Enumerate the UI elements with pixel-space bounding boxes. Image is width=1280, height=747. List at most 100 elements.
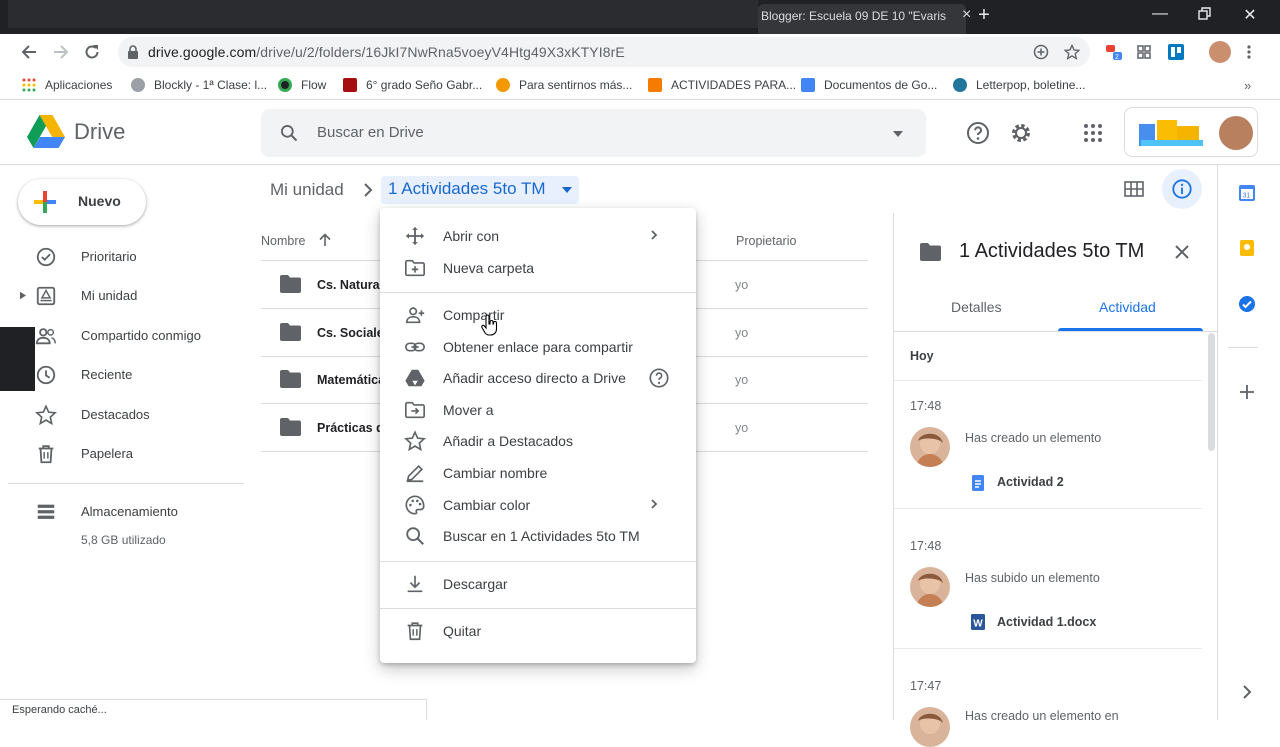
browser-menu-icon[interactable] xyxy=(1246,42,1266,62)
bookmark-6grado[interactable]: 6° grado Seño Gabr... xyxy=(343,76,482,94)
activity-time: 17:47 xyxy=(910,679,942,693)
activity-file-link[interactable]: Actividad 2 xyxy=(997,475,1064,489)
search-icon[interactable] xyxy=(279,123,299,143)
menu-item-download[interactable]: Descargar xyxy=(380,568,696,599)
tab-activity[interactable]: Actividad xyxy=(1099,299,1156,315)
menu-item-rename[interactable]: Cambiar nombre xyxy=(380,457,696,488)
sidebar-item-papelera[interactable]: Papelera xyxy=(0,435,245,473)
menu-item-share[interactable]: Compartir xyxy=(380,299,696,330)
breadcrumb-current-folder[interactable]: 1 Actividades 5to TM xyxy=(381,176,579,204)
column-name-header[interactable]: Nombre xyxy=(261,234,305,248)
menu-item-label: Añadir a Destacados xyxy=(443,433,573,449)
bookmark-letterpop[interactable]: Letterpop, boletine... xyxy=(953,76,1085,94)
menu-item-move-to[interactable]: Mover a xyxy=(380,394,696,425)
breadcrumb-root[interactable]: Mi unidad xyxy=(270,180,344,200)
tasks-icon[interactable] xyxy=(1238,295,1256,313)
calendar-icon[interactable]: 31 xyxy=(1238,184,1256,202)
bookmark-blockly[interactable]: Blockly - 1ª Clase: l... xyxy=(131,76,267,94)
drive-logo[interactable]: Drive xyxy=(27,115,125,149)
bookmark-apps[interactable]: Aplicaciones xyxy=(22,76,112,94)
forward-arrow-icon xyxy=(54,45,69,59)
sidebar-item-compartido[interactable]: Compartido conmigo xyxy=(0,317,245,355)
bookmarks-overflow-icon[interactable]: » xyxy=(1244,76,1251,94)
column-owner-header[interactable]: Propietario xyxy=(736,234,796,248)
sidebar-item-prioritario[interactable]: Prioritario xyxy=(0,238,245,276)
extension-trello-icon[interactable] xyxy=(1166,42,1186,62)
url-host: drive.google.com xyxy=(148,44,257,60)
bookmark-label: Para sentirnos más... xyxy=(519,78,633,92)
add-addon-icon[interactable] xyxy=(1240,385,1254,399)
window-restore-button[interactable] xyxy=(1195,5,1215,21)
bookmark-para-sentirnos[interactable]: Para sentirnos más... xyxy=(496,76,632,94)
menu-item-remove[interactable]: Quitar xyxy=(380,615,696,646)
sort-ascending-arrow-icon[interactable] xyxy=(319,233,331,247)
menu-item-add-starred[interactable]: Añadir a Destacados xyxy=(380,425,696,456)
apps-grid-icon xyxy=(22,78,36,92)
google-apps-grid-icon[interactable] xyxy=(1081,121,1105,145)
keep-icon[interactable] xyxy=(1238,239,1256,257)
sidebar-item-almacenamiento[interactable]: Almacenamiento xyxy=(0,493,245,531)
menu-item-get-link[interactable]: Obtener enlace para compartir xyxy=(380,331,696,362)
storage-icon xyxy=(37,504,55,519)
grid-view-icon[interactable] xyxy=(1124,181,1144,197)
folder-icon xyxy=(280,275,301,293)
bookmark-documentos[interactable]: Documentos de Go... xyxy=(801,76,937,94)
bookmark-flow[interactable]: Flow xyxy=(278,76,326,94)
help-icon[interactable] xyxy=(966,121,990,145)
close-icon[interactable] xyxy=(1174,244,1190,260)
reload-button[interactable] xyxy=(81,41,103,63)
tab-close-icon[interactable]: × xyxy=(962,6,971,24)
details-scrollbar[interactable] xyxy=(1208,333,1215,451)
sidebar-item-reciente[interactable]: Reciente xyxy=(0,356,245,394)
breadcrumb-chevron-icon xyxy=(364,183,373,197)
window-close-button[interactable]: ✕ xyxy=(1240,5,1260,25)
account-switcher[interactable] xyxy=(1124,107,1258,157)
new-tab-button[interactable]: + xyxy=(975,4,993,27)
browser-status-bar: Esperando caché... xyxy=(0,699,427,720)
menu-item-open-with[interactable]: Abrir con xyxy=(380,220,696,251)
account-avatar[interactable] xyxy=(1219,116,1253,150)
extension-grid-icon[interactable] xyxy=(1134,42,1154,62)
folder-icon xyxy=(280,370,301,388)
drive-header: Drive Buscar en Drive xyxy=(0,101,1280,165)
gear-icon[interactable] xyxy=(1009,121,1033,145)
bookmark-actividades[interactable]: ACTIVIDADES PARA... xyxy=(648,76,796,94)
bookmark-star-icon[interactable] xyxy=(1064,44,1080,60)
expand-caret-icon[interactable] xyxy=(20,291,26,300)
inactive-tab-area[interactable] xyxy=(8,0,758,28)
activity-description: Has creado un elemento xyxy=(965,431,1102,445)
menu-separator xyxy=(380,608,696,609)
menu-item-search-in-folder[interactable]: Buscar en 1 Actividades 5to TM xyxy=(380,520,696,551)
add-to-page-icon[interactable] xyxy=(1033,44,1049,60)
menu-item-add-shortcut[interactable]: Añadir acceso directo a Drive xyxy=(380,362,696,393)
activity-time: 17:48 xyxy=(910,539,942,553)
new-button[interactable]: Nuevo xyxy=(18,179,146,225)
back-button[interactable] xyxy=(18,41,40,63)
profile-avatar[interactable] xyxy=(1209,41,1231,63)
view-details-button[interactable] xyxy=(1162,169,1202,209)
tab-details[interactable]: Detalles xyxy=(951,299,1002,315)
back-arrow-icon xyxy=(21,45,36,59)
folder-icon xyxy=(280,418,301,436)
wordpress-favicon-icon xyxy=(953,78,967,92)
menu-item-label: Añadir acceso directo a Drive xyxy=(443,370,626,386)
menu-item-label: Cambiar nombre xyxy=(443,465,548,481)
search-options-caret-icon[interactable] xyxy=(892,130,904,138)
forward-button[interactable] xyxy=(50,41,72,63)
browser-tab[interactable]: Blogger: Escuela 09 DE 10 "Evaris xyxy=(758,4,966,34)
help-circle-icon[interactable] xyxy=(648,367,670,389)
menu-item-change-color[interactable]: Cambiar color xyxy=(380,489,696,520)
sidebar-item-destacados[interactable]: Destacados xyxy=(0,396,245,434)
extension-cast-icon[interactable]: 2 xyxy=(1104,42,1124,62)
file-owner: yo xyxy=(735,326,749,340)
search-bar[interactable]: Buscar en Drive xyxy=(261,109,926,157)
window-minimize-button[interactable]: — xyxy=(1150,5,1170,23)
menu-item-new-folder[interactable]: Nueva carpeta xyxy=(380,252,696,283)
activity-file-link[interactable]: Actividad 1.docx xyxy=(997,615,1096,629)
search-input[interactable]: Buscar en Drive xyxy=(317,124,424,141)
sidebar-item-mi-unidad[interactable]: Mi unidad xyxy=(0,277,245,315)
menu-item-label: Buscar en 1 Actividades 5to TM xyxy=(443,528,640,544)
expand-panel-chevron-icon[interactable] xyxy=(1242,685,1252,699)
address-bar[interactable]: drive.google.com/drive/u/2/folders/16JkI… xyxy=(118,37,1090,67)
avatar xyxy=(910,707,950,747)
